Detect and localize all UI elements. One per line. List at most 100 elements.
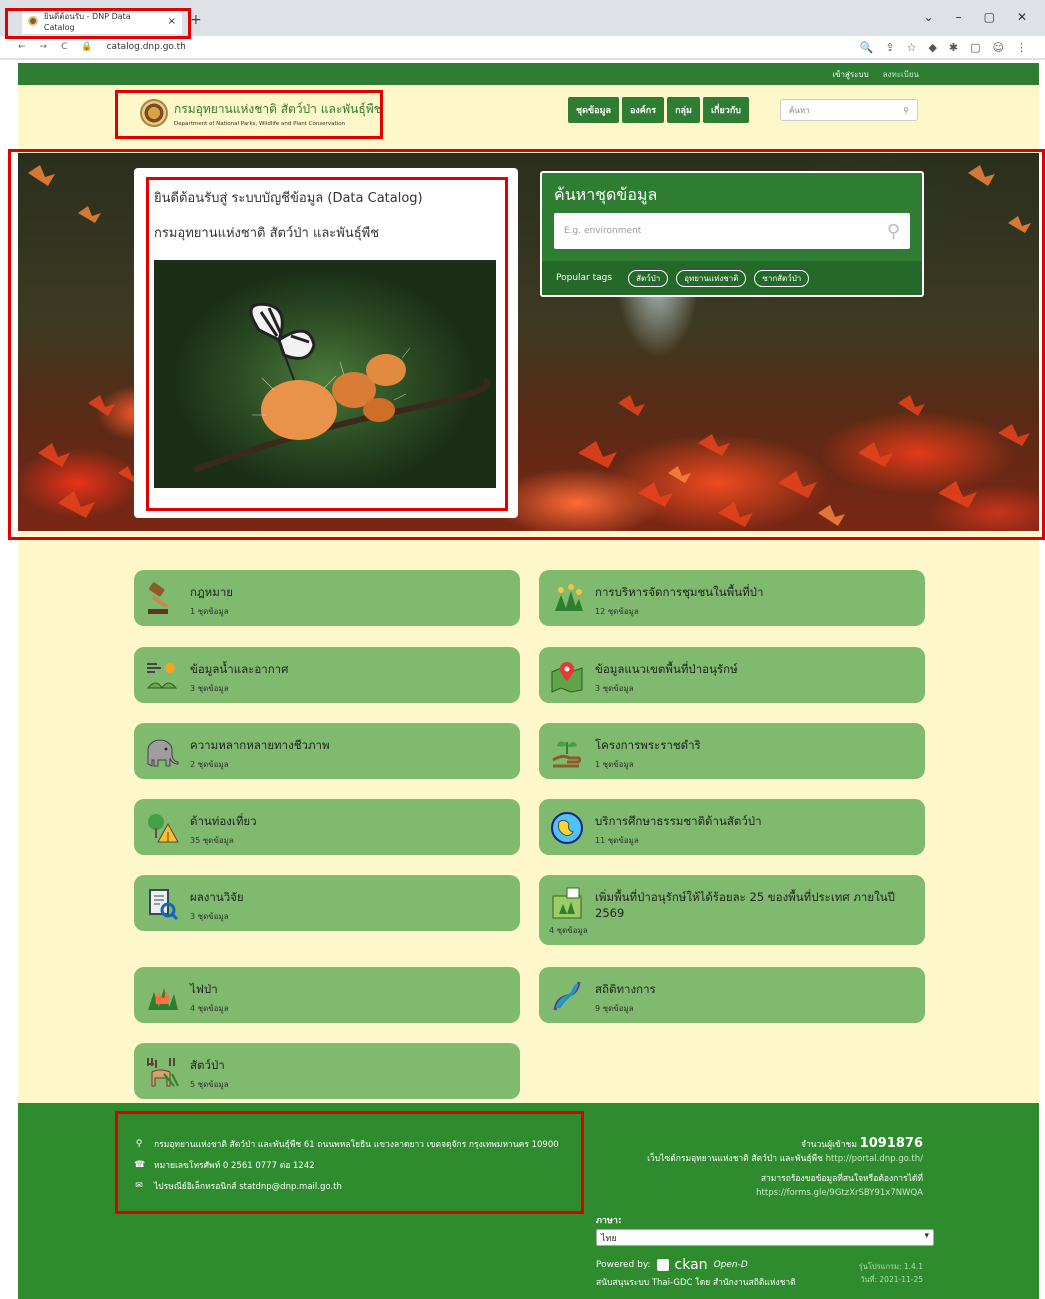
group-count: 3 ชุดข้อมูล	[190, 912, 229, 921]
group-title: บริการศึกษาธรรมชาติด้านสัตว์ป่า	[595, 814, 762, 828]
website: เข้าสู่ระบบ ลงทะเบียน กรมอุทยานแห่งชาติ …	[18, 63, 1039, 1299]
ckan-logo-icon[interactable]	[656, 1259, 669, 1271]
footer-email: ✉ ไปรษณีย์อิเล็กทรอนิกส์ statdnp@dnp.mai…	[134, 1179, 342, 1193]
tag-national-park[interactable]: อุทยานแห่งชาติ	[676, 269, 747, 287]
tag-wildlife[interactable]: สัตว์ป่า	[628, 269, 669, 287]
popular-tags-label: Popular tags	[556, 273, 613, 283]
forest-map-icon	[552, 887, 582, 919]
nav-organizations[interactable]: องค์กร	[621, 97, 665, 123]
account-strip: เข้าสู่ระบบ ลงทะเบียน	[18, 63, 1039, 85]
website-link[interactable]: http://portal.dnp.go.th/	[826, 1154, 923, 1164]
share-icon[interactable]: ⇪	[885, 41, 894, 54]
group-count: 3 ชุดข้อมูล	[595, 684, 634, 693]
visitors-label: จำนวนผู้เข้าชม	[800, 1140, 857, 1150]
bookmark-star-icon[interactable]: ☆	[907, 41, 917, 54]
tab-title: ยินดีต้อนรับ - DNP Data Catalog	[43, 12, 131, 32]
website-label: เว็บไซต์กรมอุทยานแห่งชาติ สัตว์ป่า และพั…	[647, 1154, 823, 1164]
group-title: ผลงานวิจัย	[190, 890, 244, 904]
request-form-link[interactable]: https://forms.gle/9GtzXrSBY91x7NWQA	[647, 1186, 923, 1200]
group-count: 1 ชุดข้อมูล	[190, 607, 229, 616]
search-icon[interactable]: ⚲	[887, 221, 900, 242]
group-tile[interactable]: ข้อมูลน้ำและอากาศ 3 ชุดข้อมูล	[134, 647, 520, 703]
group-tile[interactable]: ด้านท่องเที่ยว 35 ชุดข้อมูล	[134, 799, 520, 855]
sidepanel-icon[interactable]: ▢	[970, 41, 980, 54]
popular-tags: Popular tags สัตว์ป่า อุทยานแห่งชาติ ซาก…	[542, 261, 922, 295]
extension-icon[interactable]: ◆	[928, 41, 936, 54]
site-footer: ⚲ กรมอุทยานแห่งชาติ สัตว์ป่า และพันธุ์พื…	[18, 1103, 1039, 1299]
main-nav: ชุดข้อมูล องค์กร กลุ่ม เกี่ยวกับ	[568, 97, 749, 123]
group-tile[interactable]: สัตว์ป่า 5 ชุดข้อมูล	[134, 1043, 520, 1099]
group-count: 3 ชุดข้อมูล	[190, 684, 229, 693]
lock-icon: 🔒	[81, 42, 93, 52]
globe-icon	[551, 812, 583, 844]
dataset-search-placeholder: E.g. environment	[564, 226, 642, 236]
elephant-icon	[147, 739, 179, 767]
envelope-icon: ✉	[135, 1181, 143, 1191]
group-tile[interactable]: กฎหมาย 1 ชุดข้อมูล	[134, 570, 520, 626]
register-link[interactable]: ลงทะเบียน	[883, 68, 919, 81]
footer-right-info: จำนวนผู้เข้าชม 1091876 เว็บไซต์กรมอุทยาน…	[647, 1137, 923, 1200]
powered-by: Powered by: ckan Open-D	[596, 1257, 748, 1273]
group-title: กฎหมาย	[190, 585, 234, 599]
close-window-button[interactable]: ✕	[1017, 10, 1027, 24]
back-button[interactable]: ←	[18, 42, 26, 52]
welcome-subheading: กรมอุทยานแห่งชาติ สัตว์ป่า และพันธุ์พืช	[154, 226, 380, 241]
profile-icon[interactable]: ☺	[993, 41, 1004, 54]
nav-groups[interactable]: กลุ่ม	[667, 97, 700, 123]
email-text[interactable]: ไปรษณีย์อิเล็กทรอนิกส์ statdnp@dnp.mail.…	[154, 1179, 342, 1193]
tab-list-button[interactable]: ⌄	[924, 10, 934, 24]
group-count: 5 ชุดข้อมูล	[190, 1080, 229, 1089]
reload-button[interactable]: C	[61, 42, 67, 52]
group-tile[interactable]: การบริหารจัดการชุมชนในพื้นที่ป่า 12 ชุดข้…	[539, 570, 925, 626]
org-name-en: Department of National Parks, Wildlife a…	[174, 120, 346, 127]
footer-phone: ☎ หมายเลขโทรศัพท์ 0 2561 0777 ต่อ 1242	[134, 1158, 315, 1172]
new-tab-button[interactable]: +	[190, 12, 202, 28]
group-tile[interactable]: ความหลากหลายทางชีวภาพ 2 ชุดข้อมูล	[134, 723, 520, 779]
minimize-button[interactable]: –	[956, 10, 962, 24]
group-tile[interactable]: บริการศึกษาธรรมชาติด้านสัตว์ป่า 11 ชุดข้อ…	[539, 799, 925, 855]
login-link[interactable]: เข้าสู่ระบบ	[832, 68, 868, 81]
group-tile[interactable]: เพิ่มพื้นที่ป่าอนุรักษ์ให้ได้ร้อยละ 25 ข…	[539, 875, 925, 945]
group-title: ข้อมูลแนวเขตพื้นที่ป่าอนุรักษ์	[595, 662, 738, 676]
site-logo[interactable]: กรมอุทยานแห่งชาติ สัตว์ป่า และพันธุ์พืช …	[140, 99, 382, 127]
ckan-logo-text[interactable]: ckan	[675, 1257, 708, 1273]
plant-hand-icon	[552, 741, 582, 768]
group-tile[interactable]: สถิติทางการ 9 ชุดข้อมูล	[539, 967, 925, 1023]
dataset-search-input[interactable]: E.g. environment ⚲	[554, 213, 910, 249]
nav-datasets[interactable]: ชุดข้อมูล	[568, 97, 619, 123]
weather-icon	[146, 663, 178, 689]
group-title: ความหลากหลายทางชีวภาพ	[190, 738, 330, 752]
url-field[interactable]: catalog.dnp.go.th	[107, 42, 186, 52]
nav-about[interactable]: เกี่ยวกับ	[702, 97, 749, 123]
group-tile[interactable]: ไฟป่า 4 ชุดข้อมูล	[134, 967, 520, 1023]
group-tile[interactable]: ข้อมูลแนวเขตพื้นที่ป่าอนุรักษ์ 3 ชุดข้อมู…	[539, 647, 925, 703]
language-value: ไทย	[601, 1234, 617, 1244]
header-search-placeholder: ค้นหา	[789, 105, 810, 115]
menu-icon[interactable]: ⋮	[1016, 41, 1027, 54]
tag-wildlife-carcass[interactable]: ซากสัตว์ป่า	[754, 269, 810, 287]
tab-close-button[interactable]: ×	[168, 16, 176, 27]
forward-button[interactable]: →	[40, 42, 48, 52]
group-title: ข้อมูลน้ำและอากาศ	[190, 662, 289, 676]
browser-tab[interactable]: ยินดีต้อนรับ - DNP Data Catalog ×	[22, 8, 182, 34]
open-d-logo[interactable]: Open-D	[714, 1260, 748, 1270]
header-search-input[interactable]: ค้นหา ⚲	[780, 99, 918, 121]
toolbar-icons: 🔍 ⇪ ☆ ◆ ✱ ▢ ☺ ⋮	[860, 41, 1027, 54]
map-pin-icon	[551, 662, 583, 693]
group-title: ไฟป่า	[190, 982, 218, 996]
group-count: 2 ชุดข้อมูล	[190, 760, 229, 769]
zoom-icon[interactable]: 🔍	[860, 41, 874, 54]
statistics-icon	[553, 981, 581, 1011]
group-tile[interactable]: ผลงานวิจัย 3 ชุดข้อมูล	[134, 875, 520, 931]
phone-text: หมายเลขโทรศัพท์ 0 2561 0777 ต่อ 1242	[154, 1161, 315, 1171]
search-icon[interactable]: ⚲	[903, 106, 909, 115]
language-select[interactable]: ไทย ▾	[596, 1229, 934, 1246]
group-tile[interactable]: โครงการพระราชดำริ 1 ชุดข้อมูล	[539, 723, 925, 779]
maximize-button[interactable]: ▢	[984, 10, 995, 24]
puzzle-icon[interactable]: ✱	[949, 41, 958, 54]
version-text: รุ่นโปรแกรม: 1.4.1	[858, 1262, 923, 1271]
browser-chrome: ยินดีต้อนรับ - DNP Data Catalog × + ⌄ – …	[0, 0, 1045, 60]
research-icon	[149, 889, 179, 921]
group-title: สถิติทางการ	[595, 982, 656, 996]
version-date: วันที่: 2021-11-25	[860, 1275, 923, 1284]
